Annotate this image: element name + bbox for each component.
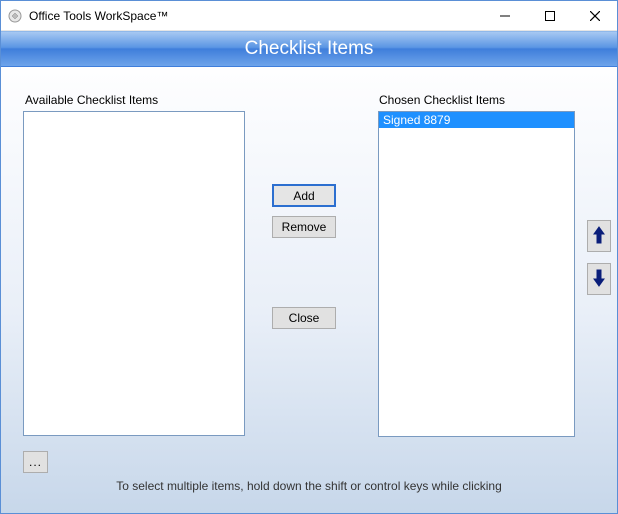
hint-text: To select multiple items, hold down the … [1, 479, 617, 493]
add-button[interactable]: Add [272, 184, 336, 207]
list-item[interactable]: Signed 8879 [379, 112, 574, 128]
close-button[interactable]: Close [272, 307, 336, 329]
add-button-label: Add [293, 189, 314, 203]
maximize-button[interactable] [527, 1, 572, 30]
app-icon [7, 8, 23, 24]
available-label: Available Checklist Items [25, 93, 158, 107]
chosen-listbox[interactable]: Signed 8879 [378, 111, 575, 437]
remove-button[interactable]: Remove [272, 216, 336, 238]
more-options-button[interactable]: ... [23, 451, 48, 473]
minimize-button[interactable] [482, 1, 527, 30]
client-area: Available Checklist Items Chosen Checkli… [1, 67, 617, 513]
chosen-label: Chosen Checklist Items [379, 93, 505, 107]
banner-title: Checklist Items [245, 38, 374, 60]
ellipsis-icon: ... [29, 455, 42, 469]
move-down-button[interactable] [587, 263, 611, 295]
page-banner: Checklist Items [1, 31, 617, 67]
titlebar: Office Tools WorkSpace™ [1, 1, 617, 31]
window-title: Office Tools WorkSpace™ [29, 9, 482, 23]
available-listbox[interactable] [23, 111, 245, 436]
close-button-label: Close [289, 311, 320, 325]
arrow-down-icon [593, 269, 605, 290]
close-window-button[interactable] [572, 1, 617, 30]
window-controls [482, 1, 617, 30]
app-window: Office Tools WorkSpace™ Checklist Items … [0, 0, 618, 514]
move-up-button[interactable] [587, 220, 611, 252]
arrow-up-icon [593, 226, 605, 247]
remove-button-label: Remove [282, 220, 327, 234]
